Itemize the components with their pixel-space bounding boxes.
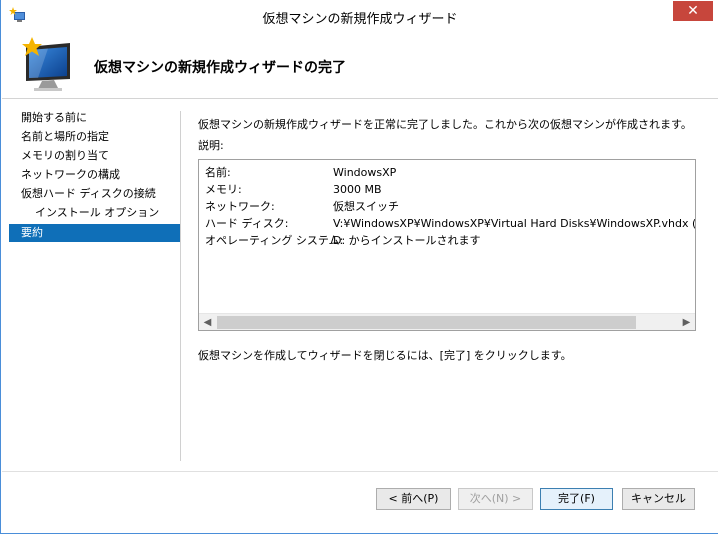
summary-key: 名前: — [205, 166, 231, 179]
scroll-thumb[interactable] — [217, 316, 636, 329]
summary-key: メモリ: — [205, 183, 242, 196]
summary-value: WindowsXP — [333, 166, 397, 179]
summary-row-network: ネットワーク: 仮想スイッチ — [205, 198, 695, 215]
nav-item-memory[interactable]: メモリの割り当て — [9, 147, 180, 165]
cancel-button[interactable]: キャンセル — [622, 488, 695, 510]
summary-rows: 名前: WindowsXP メモリ: 3000 MB ネットワーク: 仮想スイッ… — [205, 164, 695, 249]
footer-divider — [2, 471, 718, 472]
scroll-left-arrow-icon[interactable]: ◀ — [199, 314, 216, 330]
scroll-right-arrow-icon[interactable]: ▶ — [678, 314, 695, 330]
close-button[interactable]: ✕ — [673, 1, 713, 21]
title-bar: 仮想マシンの新規作成ウィザード ✕ — [1, 0, 718, 31]
nav-item-networking[interactable]: ネットワークの構成 — [9, 166, 180, 184]
new-vm-wizard-icon — [22, 37, 70, 91]
summary-value: 仮想スイッチ — [333, 200, 399, 213]
page-title: 仮想マシンの新規作成ウィザードの完了 — [94, 60, 346, 76]
close-icon: ✕ — [687, 3, 699, 19]
summary-value: 3000 MB — [333, 183, 382, 196]
summary-row-memory: メモリ: 3000 MB — [205, 181, 695, 198]
window-title: 仮想マシンの新規作成ウィザード — [262, 12, 458, 27]
nav-item-name-location[interactable]: 名前と場所の指定 — [9, 128, 180, 146]
horizontal-scrollbar[interactable]: ◀ ▶ — [199, 313, 695, 330]
completion-message: 仮想マシンの新規作成ウィザードを正常に完了しました。これから次の仮想マシンが作成… — [198, 118, 692, 131]
summary-row-os: オペレーティング システム: D: からインストールされます — [205, 232, 695, 249]
back-button[interactable]: < 前へ(P) — [376, 488, 451, 510]
finish-button[interactable]: 完了(F) — [540, 488, 613, 510]
summary-key: ネットワーク: — [205, 200, 275, 213]
nav-item-summary[interactable]: 要約 — [9, 224, 180, 242]
nav-item-before-you-begin[interactable]: 開始する前に — [9, 109, 180, 127]
next-button[interactable]: 次へ(N) > — [458, 488, 533, 510]
wizard-body: 開始する前に 名前と場所の指定 メモリの割り当て ネットワークの構成 仮想ハード… — [2, 99, 718, 533]
summary-value: D: からインストールされます — [333, 234, 481, 247]
summary-row-hard-disk: ハード ディスク: V:¥WindowsXP¥WindowsXP¥Virtual… — [205, 215, 695, 232]
wizard-window: 仮想マシンの新規作成ウィザード ✕ 仮想マシンの新規作成ウィザードの完了 開始す… — [0, 0, 718, 534]
summary-value: V:¥WindowsXP¥WindowsXP¥Virtual Hard Disk… — [333, 217, 696, 230]
nav-item-install-options[interactable]: インストール オプション — [9, 204, 180, 222]
finish-instruction: 仮想マシンを作成してウィザードを閉じるには、[完了] をクリックします。 — [198, 349, 572, 362]
description-label: 説明: — [198, 139, 224, 152]
nav-item-virtual-hard-disk[interactable]: 仮想ハード ディスクの接続 — [9, 185, 180, 203]
summary-key: ハード ディスク: — [205, 217, 289, 230]
summary-key: オペレーティング システム: — [205, 234, 344, 247]
summary-list[interactable]: 名前: WindowsXP メモリ: 3000 MB ネットワーク: 仮想スイッ… — [198, 159, 696, 331]
wizard-steps-nav: 開始する前に 名前と場所の指定 メモリの割り当て ネットワークの構成 仮想ハード… — [9, 109, 180, 463]
summary-row-name: 名前: WindowsXP — [205, 164, 695, 181]
nav-divider — [180, 111, 181, 461]
wizard-header: 仮想マシンの新規作成ウィザードの完了 — [2, 31, 718, 99]
